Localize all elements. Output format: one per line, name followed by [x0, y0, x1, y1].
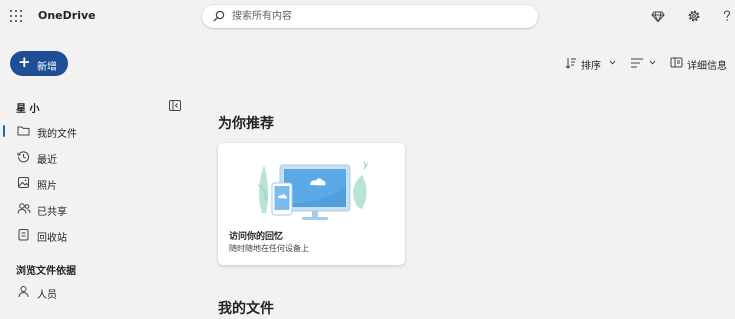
sidebar-item-photos[interactable]: 照片	[0, 172, 190, 194]
details-pane-icon	[670, 57, 683, 68]
sort-icon	[565, 58, 576, 69]
recommended-heading: 为你推荐	[218, 116, 274, 132]
card-subtitle: 随时随地在任何设备上	[229, 244, 309, 253]
sort-label: 排序	[581, 61, 601, 72]
app-launcher-icon[interactable]	[10, 10, 22, 22]
search-input[interactable]	[232, 8, 522, 25]
diamond-icon[interactable]	[651, 9, 665, 23]
search-icon	[213, 10, 225, 22]
sidebar-item-label: 照片	[37, 181, 57, 192]
view-options-button[interactable]	[630, 56, 658, 70]
sidebar-item-recent[interactable]: 最近	[0, 146, 190, 168]
details-label: 详细信息	[687, 61, 727, 72]
people-icon	[17, 203, 31, 214]
folder-icon	[17, 126, 30, 136]
user-name: 星 小	[16, 104, 40, 115]
new-button-label: 新增	[37, 62, 57, 73]
person-icon	[18, 286, 29, 298]
gear-icon[interactable]	[687, 9, 701, 23]
card-title: 访问你的回忆	[229, 232, 284, 242]
sidebar-item-label: 最近	[37, 155, 57, 166]
chevron-down-icon	[649, 60, 656, 65]
sidebar-item-shared[interactable]: 已共享	[0, 198, 190, 220]
browse-files-heading: 浏览文件依据	[16, 266, 76, 277]
sort-button[interactable]: 排序	[565, 56, 617, 72]
my-files-heading: 我的文件	[218, 301, 274, 317]
history-icon	[17, 151, 30, 163]
collapse-pane-icon[interactable]	[169, 100, 181, 111]
memories-card[interactable]: 访问你的回忆 随时随地在任何设备上	[218, 143, 405, 265]
plus-icon: +	[18, 53, 31, 71]
sidebar-item-label: 回收站	[37, 233, 67, 244]
sidebar-item-my-files[interactable]: 我的文件	[0, 120, 190, 142]
search-box[interactable]	[202, 5, 538, 28]
recycle-bin-icon	[18, 229, 29, 241]
app-title[interactable]: OneDrive	[38, 9, 96, 22]
devices-illustration	[257, 160, 369, 220]
new-button[interactable]: + 新增	[10, 51, 68, 76]
sidebar-item-people[interactable]: 人员	[0, 281, 190, 303]
sidebar-item-label: 已共享	[37, 207, 67, 218]
sidebar-item-recycle-bin[interactable]: 回收站	[0, 224, 190, 246]
top-bar: OneDrive	[0, 0, 735, 34]
sidebar-item-label: 人员	[37, 290, 57, 301]
sidebar-item-label: 我的文件	[37, 129, 77, 140]
chevron-down-icon	[609, 60, 616, 65]
details-button[interactable]: 详细信息	[670, 56, 732, 72]
list-view-icon	[631, 58, 643, 68]
help-icon[interactable]	[720, 9, 734, 23]
active-indicator	[3, 125, 5, 137]
photo-icon	[18, 177, 29, 188]
